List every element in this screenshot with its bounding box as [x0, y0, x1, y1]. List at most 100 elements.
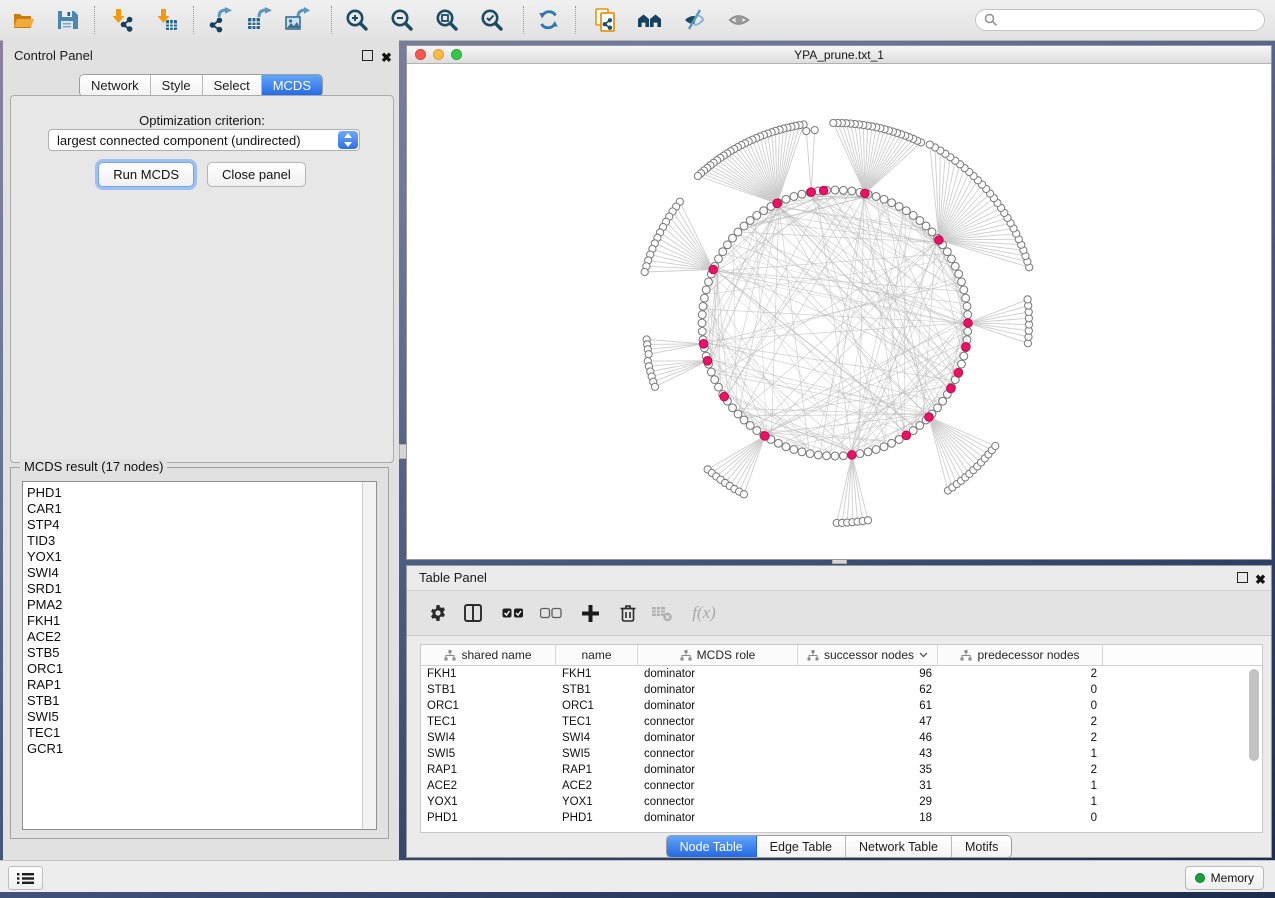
network-node[interactable]	[958, 360, 966, 368]
cell-name[interactable]: YOX1	[556, 796, 638, 808]
network-node[interactable]	[753, 427, 761, 435]
network-node[interactable]	[798, 190, 806, 198]
cell-predecessor-nodes[interactable]: 0	[938, 812, 1103, 824]
mcds-node[interactable]	[962, 343, 971, 352]
network-node[interactable]	[711, 376, 719, 384]
column-header-predecessor-nodes[interactable]: predecessor nodes	[938, 645, 1103, 665]
deselect-all-icon[interactable]	[538, 600, 564, 626]
network-view-canvas[interactable]	[407, 63, 1271, 559]
network-node[interactable]	[964, 328, 972, 336]
cell-shared-name[interactable]: SWI5	[421, 748, 556, 760]
network-node[interactable]	[880, 195, 888, 203]
close-panel-icon[interactable]: ✖	[381, 49, 392, 67]
network-node[interactable]	[864, 517, 871, 524]
cell-shared-name[interactable]: YOX1	[421, 796, 556, 808]
network-node[interactable]	[856, 450, 864, 458]
import-network-icon[interactable]	[107, 6, 135, 34]
mcds-node[interactable]	[699, 340, 708, 349]
gear-icon[interactable]	[425, 600, 451, 626]
mcds-result-item[interactable]: PHD1	[27, 485, 360, 501]
cell-predecessor-nodes[interactable]: 2	[938, 764, 1103, 776]
network-node[interactable]	[880, 443, 888, 451]
network-node[interactable]	[707, 368, 715, 376]
cell-name[interactable]: TEC1	[556, 716, 638, 728]
network-node[interactable]	[888, 199, 896, 207]
cell-MCDS-role[interactable]: connector	[638, 748, 798, 760]
mcds-result-item[interactable]: ORC1	[27, 661, 360, 677]
cell-successor-nodes[interactable]: 35	[798, 764, 938, 776]
run-mcds-button[interactable]: Run MCDS	[98, 162, 194, 187]
network-node[interactable]	[724, 241, 732, 249]
optimization-criterion-select[interactable]: largest connected component (undirected)	[48, 129, 360, 151]
network-node[interactable]	[964, 311, 972, 319]
network-node[interactable]	[909, 212, 917, 220]
network-node[interactable]	[782, 195, 790, 203]
cell-shared-name[interactable]: PHD1	[421, 812, 556, 824]
mcds-result-item[interactable]: PMA2	[27, 597, 360, 613]
tab-motifs[interactable]: Motifs	[952, 836, 1011, 857]
mcds-result-item[interactable]: STB1	[27, 693, 360, 709]
network-node[interactable]	[782, 443, 790, 451]
cell-predecessor-nodes[interactable]: 1	[938, 748, 1103, 760]
cell-MCDS-role[interactable]: connector	[638, 716, 798, 728]
cell-MCDS-role[interactable]: dominator	[638, 732, 798, 744]
cell-shared-name[interactable]: STB1	[421, 684, 556, 696]
delete-table-icon[interactable]	[649, 600, 675, 626]
cell-successor-nodes[interactable]: 18	[798, 812, 938, 824]
cell-MCDS-role[interactable]: dominator	[638, 668, 798, 680]
network-node[interactable]	[943, 248, 951, 256]
network-node[interactable]	[775, 439, 783, 447]
cell-MCDS-role[interactable]: connector	[638, 780, 798, 792]
cell-shared-name[interactable]: TEC1	[421, 716, 556, 728]
search-field[interactable]	[975, 9, 1265, 31]
network-node[interactable]	[823, 452, 831, 460]
network-node[interactable]	[831, 452, 839, 460]
mcds-list-scrollbar[interactable]	[362, 482, 376, 829]
cell-successor-nodes[interactable]: 43	[798, 748, 938, 760]
network-node[interactable]	[803, 128, 810, 135]
network-node[interactable]	[958, 278, 966, 286]
network-node[interactable]	[926, 141, 933, 148]
column-header-MCDS-role[interactable]: MCDS role	[638, 645, 798, 665]
first-neighbors-icon[interactable]	[636, 6, 664, 34]
table-scrollbar[interactable]	[1249, 669, 1259, 827]
cell-predecessor-nodes[interactable]: 2	[938, 732, 1103, 744]
mcds-result-item[interactable]: STP4	[27, 517, 360, 533]
network-node[interactable]	[719, 248, 727, 256]
network-node[interactable]	[715, 383, 723, 391]
network-node[interactable]	[651, 383, 658, 390]
network-node[interactable]	[746, 422, 754, 430]
network-node[interactable]	[698, 319, 706, 327]
cell-shared-name[interactable]: FKH1	[421, 668, 556, 680]
network-node[interactable]	[806, 450, 814, 458]
zoom-in-icon[interactable]	[343, 6, 371, 34]
mcds-node[interactable]	[773, 199, 782, 208]
network-node[interactable]	[951, 263, 959, 271]
mcds-result-item[interactable]: YOX1	[27, 549, 360, 565]
mcds-node[interactable]	[848, 451, 857, 460]
network-node[interactable]	[698, 311, 706, 319]
network-node[interactable]	[992, 442, 999, 449]
tab-edge-table[interactable]: Edge Table	[757, 836, 846, 857]
table-row[interactable]: STB1STB1dominator620	[421, 682, 1262, 698]
cell-MCDS-role[interactable]: dominator	[638, 812, 798, 824]
network-node[interactable]	[740, 222, 748, 230]
export-image-icon[interactable]	[283, 6, 311, 34]
network-node[interactable]	[798, 448, 806, 456]
mcds-result-item[interactable]: GCR1	[27, 741, 360, 757]
network-node[interactable]	[641, 268, 648, 275]
network-node[interactable]	[760, 207, 768, 215]
close-panel-button[interactable]: Close panel	[207, 162, 306, 187]
cell-MCDS-role[interactable]: connector	[638, 796, 798, 808]
cell-successor-nodes[interactable]: 31	[798, 780, 938, 792]
mcds-node[interactable]	[954, 369, 963, 378]
tab-mcds[interactable]: MCDS	[262, 75, 322, 96]
cell-MCDS-role[interactable]: dominator	[638, 684, 798, 696]
mcds-result-item[interactable]: ACE2	[27, 629, 360, 645]
mcds-result-item[interactable]: SWI5	[27, 709, 360, 725]
open-folder-icon[interactable]	[10, 6, 38, 34]
column-header-shared-name[interactable]: shared name	[421, 645, 556, 665]
network-node[interactable]	[948, 255, 956, 263]
cell-name[interactable]: STB1	[556, 684, 638, 696]
mcds-node[interactable]	[819, 186, 828, 195]
